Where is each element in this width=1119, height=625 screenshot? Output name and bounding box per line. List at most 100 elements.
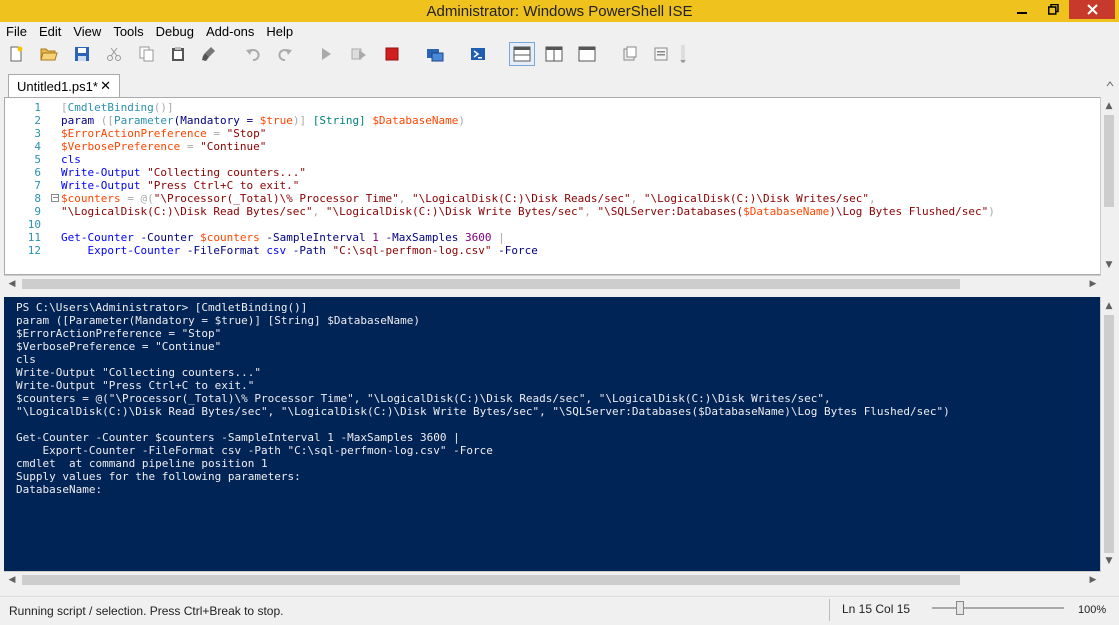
editor-hscroll-thumb[interactable] [22, 279, 960, 289]
minimize-button[interactable] [1007, 0, 1037, 19]
scroll-up-icon[interactable]: ▲ [1101, 298, 1117, 314]
console-vertical-scrollbar[interactable]: ▲ ▼ [1100, 297, 1117, 571]
tab-untitled1[interactable]: Untitled1.ps1* ✕ [8, 74, 120, 98]
line-number: 6 [34, 166, 41, 179]
tab-close-icon[interactable]: ✕ [100, 78, 111, 94]
new-file-button[interactable] [6, 44, 26, 64]
code-token: -SampleInterval [259, 231, 373, 244]
restore-button[interactable] [1038, 0, 1068, 19]
code-token: ) [458, 114, 466, 127]
code-token: )] [292, 114, 313, 127]
code-token: = [206, 127, 227, 140]
console-pane[interactable]: PS C:\Users\Administrator> [CmdletBindin… [4, 297, 1101, 571]
tab-scroll-arrow[interactable] [1105, 76, 1115, 92]
code-line[interactable]: $VerbosePreference = "Continue" [61, 140, 266, 153]
zoom-slider-track[interactable] [932, 607, 1064, 609]
copy-icon [139, 46, 154, 62]
layout-script-right-button[interactable] [544, 44, 564, 64]
editor-vscroll-thumb[interactable] [1104, 115, 1114, 207]
code-token: Parameter [114, 114, 174, 127]
code-line[interactable]: Get-Counter -Counter $counters -SampleIn… [61, 231, 505, 244]
menu-tools[interactable]: Tools [107, 22, 149, 40]
folder-open-icon [40, 48, 58, 61]
powershell-icon [471, 48, 485, 60]
console-horizontal-scrollbar[interactable]: ◀ ▶ [4, 571, 1101, 588]
menu-view[interactable]: View [67, 22, 107, 40]
code-token: Write-Output [61, 179, 141, 192]
code-token: [ [61, 101, 68, 114]
scroll-down-icon[interactable]: ▼ [1101, 257, 1117, 273]
restore-icon [1047, 4, 1059, 15]
code-line[interactable]: "\LogicalDisk(C:)\Disk Read Bytes/sec", … [61, 205, 995, 218]
scroll-up-icon[interactable]: ▲ [1101, 98, 1117, 114]
layout-top-icon [513, 46, 531, 62]
line-number: 5 [34, 153, 41, 166]
scissors-icon [107, 47, 121, 61]
scroll-left-icon[interactable]: ◀ [4, 572, 20, 588]
show-command-window-button[interactable] [620, 44, 640, 64]
title-bar: Administrator: Windows PowerShell ISE [0, 0, 1119, 22]
open-button[interactable] [39, 44, 59, 64]
console-hscroll-thumb[interactable] [22, 575, 960, 585]
clear-console-button[interactable] [199, 44, 219, 64]
menu-add-ons[interactable]: Add-ons [200, 22, 260, 40]
toolbar-overflow[interactable] [676, 44, 690, 64]
code-line[interactable]: cls [61, 153, 81, 166]
code-token: "Press Ctrl+C to exit." [147, 179, 300, 192]
code-line[interactable]: Write-Output "Press Ctrl+C to exit." [61, 179, 299, 192]
code-line[interactable]: param ([Parameter(Mandatory = $true)] [S… [61, 114, 465, 127]
scroll-down-icon[interactable]: ▼ [1101, 553, 1117, 569]
code-token: ()] [153, 101, 174, 114]
cut-button[interactable] [104, 44, 124, 64]
code-token: "\SQLServer:Databases( [597, 205, 744, 218]
fold-toggle[interactable]: − [51, 194, 59, 202]
code-line[interactable]: Export-Counter -FileFormat csv -Path "C:… [61, 244, 538, 257]
editor-horizontal-scrollbar[interactable]: ◀ ▶ [4, 275, 1101, 292]
line-number: 10 [27, 218, 41, 231]
copy-button[interactable] [137, 44, 157, 64]
menu-file[interactable]: File [0, 22, 33, 40]
paste-button[interactable] [168, 44, 188, 64]
code-line[interactable]: Write-Output "Collecting counters..." [61, 166, 306, 179]
code-token: | [491, 231, 505, 244]
remote-powershell-icon [427, 49, 444, 62]
scroll-left-icon[interactable]: ◀ [4, 276, 20, 292]
show-command-addon-button[interactable] [651, 44, 671, 64]
code-token: "\LogicalDisk(C:)\Disk Writes/sec" [643, 192, 869, 205]
save-button[interactable] [72, 44, 92, 64]
console-line: Supply values for the following paramete… [16, 470, 301, 483]
code-line[interactable]: $counters = @("\Processor(_Total)\% Proc… [61, 192, 876, 205]
code-token: "\Processor(_Total)\% Processor Time" [153, 192, 399, 205]
zoom-slider-thumb[interactable] [956, 601, 964, 615]
layout-script-top-button[interactable] [509, 42, 535, 66]
close-button[interactable] [1069, 0, 1115, 19]
code-line[interactable]: $ErrorActionPreference = "Stop" [61, 127, 266, 140]
editor-vertical-scrollbar[interactable]: ▲ ▼ [1100, 97, 1117, 275]
scroll-right-icon[interactable]: ▶ [1085, 572, 1101, 588]
stop-button[interactable] [382, 44, 402, 64]
code-token: "\LogicalDisk(C:)\Disk Reads/sec" [412, 192, 631, 205]
undo-button[interactable] [243, 44, 263, 64]
line-number: 8 [34, 192, 41, 205]
menu-help[interactable]: Help [260, 22, 299, 40]
remote-powershell-button[interactable] [425, 44, 445, 64]
menu-debug[interactable]: Debug [150, 22, 200, 40]
scroll-right-icon[interactable]: ▶ [1085, 276, 1101, 292]
run-script-button[interactable] [316, 44, 336, 64]
status-message: Running script / selection. Press Ctrl+B… [9, 604, 284, 618]
code-token: "Continue" [200, 140, 267, 153]
menu-edit[interactable]: Edit [33, 22, 67, 40]
layout-script-maximized-button[interactable] [577, 44, 597, 64]
console-line: $counters = @("\Processor(_Total)\% Proc… [16, 392, 831, 405]
run-selection-button[interactable] [349, 44, 369, 64]
code-line[interactable]: [CmdletBinding()] [61, 101, 174, 114]
redo-button[interactable] [275, 44, 295, 64]
minimize-icon [1017, 11, 1027, 14]
script-editor[interactable]: 1 [CmdletBinding()] 2 param ([Parameter(Man… [4, 97, 1101, 275]
console-vscroll-thumb[interactable] [1104, 315, 1114, 553]
code-token: )\Log Bytes Flushed/sec" [829, 205, 989, 218]
powershell-console-button[interactable] [468, 44, 488, 64]
code-token: -Force [491, 244, 538, 257]
code-token: 3600 [465, 231, 492, 244]
